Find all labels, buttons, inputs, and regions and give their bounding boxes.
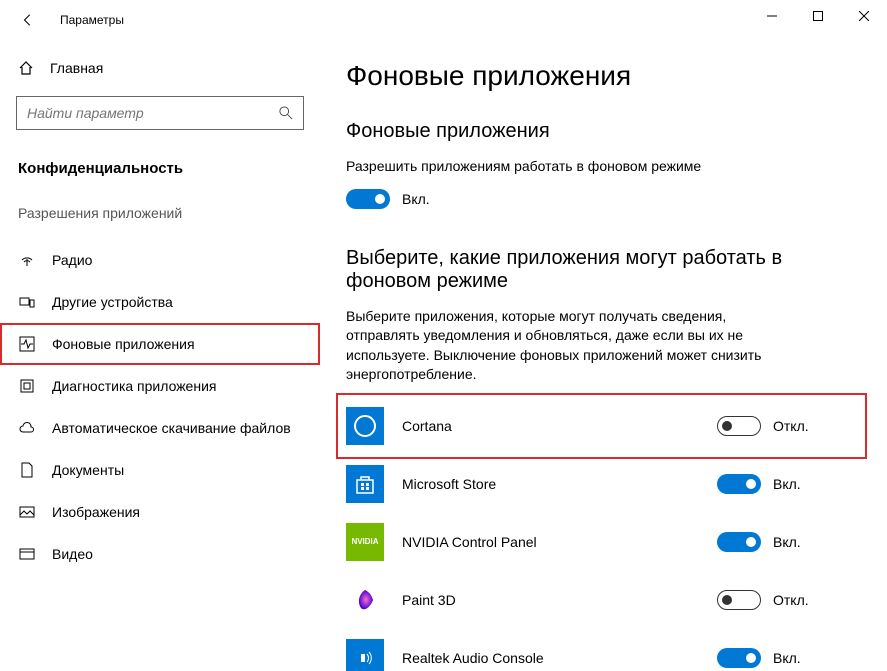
back-button[interactable] — [12, 4, 44, 36]
window-controls — [749, 0, 887, 32]
sidebar-item-label: Документы — [52, 462, 124, 478]
app-icon — [346, 407, 384, 445]
sidebar-item-app-diagnostics[interactable]: Диагностика приложения — [0, 365, 320, 407]
window-title: Параметры — [60, 13, 124, 27]
sidebar-item-label: Радио — [52, 252, 92, 268]
titlebar: Параметры — [0, 0, 887, 40]
search-box[interactable] — [16, 96, 304, 130]
app-toggle[interactable] — [717, 416, 761, 436]
sidebar-item-label: Диагностика приложения — [52, 378, 216, 394]
activity-icon — [18, 335, 36, 353]
subsection-label: Разрешения приложений — [0, 205, 320, 239]
radio-icon — [18, 251, 36, 269]
app-row: Microsoft Store Вкл. — [346, 455, 857, 513]
app-icon — [346, 465, 384, 503]
app-toggle-wrap: Вкл. — [717, 648, 857, 668]
master-toggle-label: Вкл. — [402, 191, 430, 207]
app-toggle[interactable] — [717, 648, 761, 668]
search-input[interactable] — [27, 105, 279, 121]
app-toggle-label: Вкл. — [773, 650, 801, 666]
video-icon — [18, 545, 36, 563]
app-icon — [346, 581, 384, 619]
arrow-left-icon — [21, 13, 35, 27]
section2-desc: Выберите приложения, которые могут получ… — [346, 307, 786, 385]
minimize-icon — [767, 11, 777, 21]
app-name: Paint 3D — [402, 592, 717, 608]
app-name: Cortana — [402, 418, 717, 434]
home-icon — [18, 60, 34, 76]
category-title: Конфиденциальность — [0, 148, 320, 205]
diagnostics-icon — [18, 377, 36, 395]
image-icon — [18, 503, 36, 521]
app-icon: NVIDIA — [346, 523, 384, 561]
sidebar-item-pictures[interactable]: Изображения — [0, 491, 320, 533]
section1-heading: Фоновые приложения — [346, 120, 857, 143]
sidebar-item-videos[interactable]: Видео — [0, 533, 320, 575]
apps-list: CortanaОткл.Microsoft StoreВкл.NVIDIANVI… — [346, 397, 857, 671]
sidebar-item-auto-downloads[interactable]: Автоматическое скачивание файлов — [0, 407, 320, 449]
document-icon — [18, 461, 36, 479]
sidebar-item-label: Автоматическое скачивание файлов — [52, 420, 291, 436]
app-icon — [346, 639, 384, 671]
app-toggle-wrap: Откл. — [717, 590, 857, 610]
app-toggle-wrap: Вкл. — [717, 532, 857, 552]
devices-icon — [18, 293, 36, 311]
maximize-icon — [813, 11, 823, 21]
master-toggle[interactable] — [346, 189, 390, 209]
sidebar-item-label: Другие устройства — [52, 294, 173, 310]
search-icon — [279, 106, 293, 120]
app-name: NVIDIA Control Panel — [402, 534, 717, 550]
main-content: Фоновые приложения Фоновые приложения Ра… — [320, 40, 887, 671]
app-name: Microsoft Store — [402, 476, 717, 492]
section1-desc: Разрешить приложениям работать в фоновом… — [346, 157, 786, 177]
sidebar-item-other-devices[interactable]: Другие устройства — [0, 281, 320, 323]
sidebar-item-label: Видео — [52, 546, 93, 562]
app-toggle-label: Откл. — [773, 592, 809, 608]
sidebar-item-documents[interactable]: Документы — [0, 449, 320, 491]
app-row: NVIDIA NVIDIA Control Panel Вкл. — [346, 513, 857, 571]
sidebar-item-label: Фоновые приложения — [52, 336, 195, 352]
sidebar-item-label: Изображения — [52, 504, 140, 520]
app-toggle-label: Вкл. — [773, 534, 801, 550]
maximize-button[interactable] — [795, 0, 841, 32]
app-toggle[interactable] — [717, 474, 761, 494]
minimize-button[interactable] — [749, 0, 795, 32]
sidebar-item-radio[interactable]: Радио — [0, 239, 320, 281]
home-label: Главная — [50, 60, 103, 76]
app-toggle-wrap: Откл. — [717, 416, 857, 436]
sidebar: Главная Конфиденциальность Разрешения пр… — [0, 40, 320, 671]
home-link[interactable]: Главная — [0, 50, 320, 86]
cloud-icon — [18, 419, 36, 437]
app-toggle-label: Откл. — [773, 418, 809, 434]
section2-heading: Выберите, какие приложения могут работат… — [346, 247, 857, 293]
app-row: Paint 3D Откл. — [346, 571, 857, 629]
app-row: Cortana Откл. — [340, 397, 863, 455]
page-title: Фоновые приложения — [346, 60, 857, 92]
close-icon — [859, 11, 869, 21]
app-row: Realtek Audio Console Вкл. — [346, 629, 857, 671]
app-name: Realtek Audio Console — [402, 650, 717, 666]
app-toggle-label: Вкл. — [773, 476, 801, 492]
app-toggle-wrap: Вкл. — [717, 474, 857, 494]
app-toggle[interactable] — [717, 532, 761, 552]
close-button[interactable] — [841, 0, 887, 32]
app-toggle[interactable] — [717, 590, 761, 610]
sidebar-item-background-apps[interactable]: Фоновые приложения — [0, 323, 320, 365]
